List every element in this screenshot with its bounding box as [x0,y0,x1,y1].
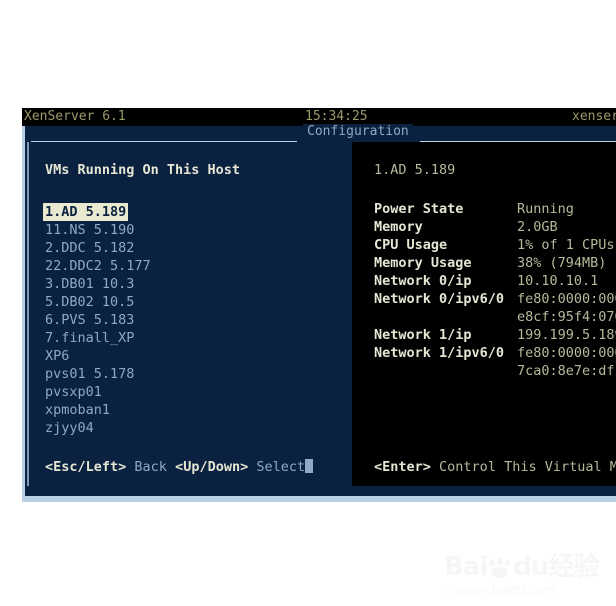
property-label: Network 1/ipv6/0 [374,345,505,361]
property-row: Memory 2.0GB [374,218,616,236]
property-label: Network 0/ip [374,273,472,289]
property-value: 10.10.10.1 [517,273,599,289]
hostname-label: xenser [572,109,616,124]
property-row: Network 0/ip 10.10.10.1 [374,272,616,290]
property-value: 1% of 1 CPUs [517,237,615,253]
watermark-url: jingyan.baidu.com [444,583,555,597]
property-row: CPU Usage 1% of 1 CPUs [374,236,616,254]
list-item[interactable]: 6.PVS 5.183 [43,310,346,328]
list-item[interactable]: 11.NS 5.190 [43,220,346,238]
left-pane-key-hints: <Esc/Left> Back <Up/Down> Select [45,458,314,476]
list-item[interactable]: 5.DB02 10.5 [43,292,346,310]
vm-list-item[interactable]: zjyy04 [43,419,96,437]
property-row: Power State Running [374,200,616,218]
vm-list-item[interactable]: pvsxp01 [43,383,104,401]
list-item[interactable]: pvs01 5.178 [43,364,346,382]
vm-list-item[interactable]: 22.DDC2 5.177 [43,257,153,275]
property-value: fe80:0000:0000:0 [517,345,616,361]
vm-list-pane: VMs Running On This Host 1.AD 5.189 11.NS… [29,142,350,486]
property-label: Network 1/ip [374,327,472,343]
list-item[interactable]: 1.AD 5.189 [43,202,346,221]
frame-title: Configuration [303,124,413,140]
vm-detail-pane: 1.AD 5.189 Power State Running Memory 2.0GB… [352,142,616,486]
list-item[interactable]: 2.DDC 5.182 [43,238,346,256]
vm-list-item-selected[interactable]: 1.AD 5.189 [43,203,129,221]
list-item[interactable]: xpmoban1 [43,400,346,418]
property-row: 7ca0:8e7e:df19:d [374,362,616,380]
xenserver-console-window: XenServer 6.1 15:34:25 xenser Configurat… [22,108,616,496]
property-label: Memory Usage [374,255,472,271]
property-row: Memory Usage 38% (794MB) [374,254,616,272]
list-item[interactable]: 22.DDC2 5.177 [43,256,346,274]
screenshot-canvas: XenServer 6.1 15:34:25 xenser Configurat… [0,0,616,606]
property-row: Network 1/ipv6/0 fe80:0000:0000:0 [374,344,616,362]
property-value: 2.0GB [517,219,558,235]
vm-detail-heading: 1.AD 5.189 [374,162,456,178]
property-label: CPU Usage [374,237,448,253]
key-binding-description: Control This Virtual Mach [439,459,616,475]
property-row: e8cf:95f4:0709:9 [374,308,616,326]
text-cursor [305,459,314,473]
list-item[interactable]: pvsxp01 [43,382,346,400]
vm-list-heading: VMs Running On This Host [45,162,241,178]
vm-list-item[interactable]: pvs01 5.178 [43,365,136,383]
vm-list-item[interactable]: 6.PVS 5.183 [43,311,136,329]
vm-list-item[interactable]: 5.DB02 10.5 [43,293,136,311]
key-binding: <Enter> [374,459,431,475]
vm-list-item[interactable]: 2.DDC 5.182 [43,239,136,257]
key-binding: <Esc/Left> [45,459,127,475]
baidu-jingyan-watermark: Bai du经验 jingyan.baidu.com [444,552,610,600]
vm-list-item[interactable]: XP6 [43,347,71,365]
property-label: Memory [374,219,423,235]
product-version-label: XenServer 6.1 [24,109,126,124]
watermark-brand-tail: du [513,552,549,582]
vm-list-item[interactable]: 7.finall_XP [43,329,136,347]
list-item[interactable]: zjyy04 [43,418,346,436]
watermark-brand-cn: 经验 [548,552,599,582]
paw-icon [487,558,513,578]
property-row: Network 1/ip 199.199.5.189 [374,326,616,344]
frame-body: VMs Running On This Host 1.AD 5.189 11.NS… [27,142,616,486]
key-binding-description: Back [134,459,167,475]
property-value: 199.199.5.189 [517,327,616,343]
property-value: 38% (794MB) [517,255,607,271]
right-pane-key-hints: <Enter> Control This Virtual Mach [374,458,616,476]
property-row: Network 0/ipv6/0 fe80:0000:0000:0 [374,290,616,308]
key-binding-description: Select [256,459,306,475]
property-label: Power State [374,201,464,217]
property-value: fe80:0000:0000:0 [517,291,616,307]
vm-list-item[interactable]: 3.DB01 10.3 [43,275,136,293]
vm-properties-table: Power State Running Memory 2.0GB CPU Usage 1%… [374,200,616,380]
window-bottom-border [22,496,616,502]
configuration-frame: Configuration VMs Running On This Host 1… [22,124,616,496]
property-value: 7ca0:8e7e:df19:d [517,363,616,379]
property-label: Network 0/ipv6/0 [374,291,505,307]
vm-list[interactable]: 1.AD 5.189 11.NS 5.190 2.DDC 5.182 22.DDC2 … [43,202,346,436]
watermark-brand: Bai du经验 [444,552,610,582]
watermark-brand-text: Bai [444,552,488,582]
list-item[interactable]: 3.DB01 10.3 [43,274,346,292]
property-value: Running [517,201,574,217]
key-binding: <Up/Down> [175,459,249,475]
vm-list-item[interactable]: 11.NS 5.190 [43,221,136,239]
property-value: e8cf:95f4:0709:9 [517,309,616,325]
list-item[interactable]: 7.finall_XP [43,328,346,346]
list-item[interactable]: XP6 [43,346,346,364]
vm-list-item[interactable]: xpmoban1 [43,401,112,419]
